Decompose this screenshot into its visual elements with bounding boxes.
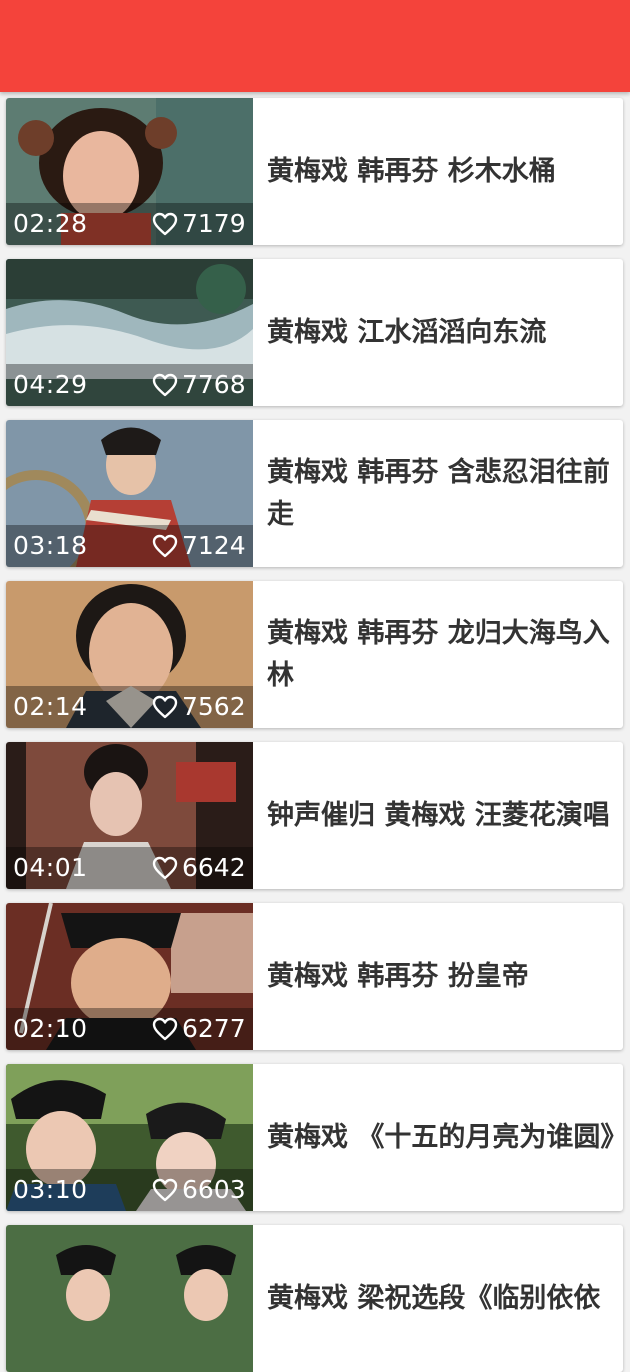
video-card[interactable]: 黄梅戏 梁祝选段《临别依依: [6, 1225, 623, 1372]
video-card[interactable]: 02:28 7179 黄梅戏 韩再芬 杉木水桶: [6, 98, 623, 245]
video-thumbnail[interactable]: 02:28 7179: [6, 98, 253, 245]
video-card[interactable]: 03:10 6603 黄梅戏 《十五的月亮为谁圆》: [6, 1064, 623, 1211]
video-duration: 04:01: [13, 853, 88, 882]
thumbnail-image: [6, 1225, 253, 1372]
video-title[interactable]: 黄梅戏 韩再芬 含悲忍泪往前走: [267, 420, 617, 567]
video-title[interactable]: 黄梅戏 韩再芬 扮皇帝: [267, 903, 617, 1050]
heart-outline-icon: [152, 212, 178, 236]
video-card[interactable]: 02:14 7562 黄梅戏 韩再芬 龙归大海鸟入林: [6, 581, 623, 728]
video-card[interactable]: 02:10 6277 黄梅戏 韩再芬 扮皇帝: [6, 903, 623, 1050]
video-title[interactable]: 黄梅戏 梁祝选段《临别依依: [267, 1225, 617, 1372]
like-count-value: 6642: [182, 853, 246, 882]
video-duration: 02:10: [13, 1014, 88, 1043]
video-title[interactable]: 钟声催归 黄梅戏 汪菱花演唱: [267, 742, 617, 889]
heart-outline-icon: [152, 856, 178, 880]
video-title[interactable]: 黄梅戏 韩再芬 龙归大海鸟入林: [267, 581, 617, 728]
like-count-value: 6277: [182, 1014, 246, 1043]
video-duration: 03:18: [13, 531, 88, 560]
heart-outline-icon: [152, 373, 178, 397]
heart-outline-icon: [152, 534, 178, 558]
like-count-value: 7768: [182, 370, 246, 399]
video-title[interactable]: 黄梅戏 韩再芬 杉木水桶: [267, 98, 617, 245]
video-card[interactable]: 04:01 6642 钟声催归 黄梅戏 汪菱花演唱: [6, 742, 623, 889]
like-count: 7768: [152, 369, 246, 401]
video-duration: 03:10: [13, 1175, 88, 1204]
heart-outline-icon: [152, 1017, 178, 1041]
video-duration: 02:28: [13, 209, 88, 238]
like-count: 6603: [152, 1174, 246, 1206]
like-count: 7179: [152, 208, 246, 240]
like-count: 7124: [152, 530, 246, 562]
like-count: 6642: [152, 852, 246, 884]
like-count: 6277: [152, 1013, 246, 1045]
heart-outline-icon: [152, 1178, 178, 1202]
like-count-value: 7562: [182, 692, 246, 721]
video-card[interactable]: 04:29 7768 黄梅戏 江水滔滔向东流: [6, 259, 623, 406]
video-thumbnail[interactable]: 03:10 6603: [6, 1064, 253, 1211]
video-duration: 04:29: [13, 370, 88, 399]
app-toolbar: [0, 0, 630, 92]
video-thumbnail[interactable]: 04:01 6642: [6, 742, 253, 889]
video-duration: 02:14: [13, 692, 88, 721]
like-count: 7562: [152, 691, 246, 723]
video-thumbnail[interactable]: [6, 1225, 253, 1372]
like-count-value: 7124: [182, 531, 246, 560]
video-title[interactable]: 黄梅戏 江水滔滔向东流: [267, 259, 617, 406]
like-count-value: 6603: [182, 1175, 246, 1204]
video-thumbnail[interactable]: 02:14 7562: [6, 581, 253, 728]
like-count-value: 7179: [182, 209, 246, 238]
video-card[interactable]: 03:18 7124 黄梅戏 韩再芬 含悲忍泪往前走: [6, 420, 623, 567]
video-title[interactable]: 黄梅戏 《十五的月亮为谁圆》: [267, 1064, 623, 1211]
heart-outline-icon: [152, 695, 178, 719]
video-thumbnail[interactable]: 03:18 7124: [6, 420, 253, 567]
video-thumbnail[interactable]: 02:10 6277: [6, 903, 253, 1050]
video-thumbnail[interactable]: 04:29 7768: [6, 259, 253, 406]
